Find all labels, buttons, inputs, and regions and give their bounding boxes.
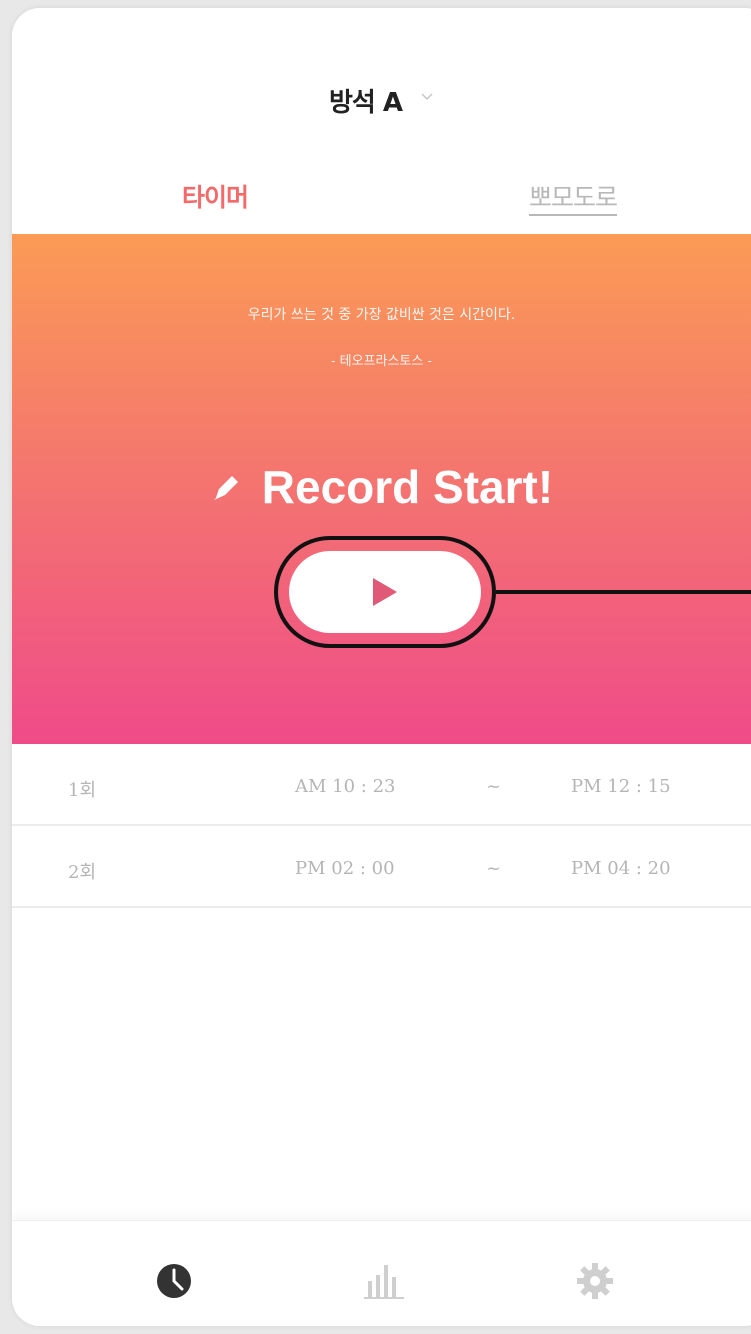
- nav-statistics[interactable]: [362, 1259, 406, 1303]
- quote-text: 우리가 쓰는 것 중 가장 값비싼 것은 시간이다.: [247, 307, 516, 323]
- room-selector[interactable]: 방석 A: [12, 80, 751, 120]
- record-start-time: PM 02 : 00: [295, 858, 395, 879]
- record-separator: ~: [486, 858, 502, 879]
- room-title: 방석 A: [328, 87, 403, 118]
- clock-icon: [157, 1264, 191, 1298]
- bottom-navigation: [12, 1220, 751, 1326]
- record-heading: Record Start!: [12, 460, 751, 514]
- nav-timer[interactable]: [152, 1259, 196, 1303]
- play-icon: [373, 578, 397, 606]
- record-index: 2회: [68, 862, 97, 883]
- list-item: 2회 PM 02 : 00 ~ PM 04 : 20: [12, 826, 751, 908]
- quote-author: - 테오프라스토스 -: [331, 354, 432, 369]
- play-button[interactable]: [289, 551, 481, 633]
- record-end-time: PM 04 : 20: [571, 858, 671, 879]
- tab-bar: 타이머 뽀모도로: [12, 168, 751, 228]
- callout-line: [496, 590, 751, 594]
- chevron-down-icon: [421, 93, 433, 101]
- record-separator: ~: [486, 776, 502, 797]
- header: 방석 A 타이머 뽀모도로: [12, 8, 751, 234]
- record-start-time: AM 10 : 23: [295, 776, 396, 797]
- record-index: 1회: [68, 780, 97, 801]
- list-item: 1회 AM 10 : 23 ~ PM 12 : 15: [12, 744, 751, 826]
- tab-pomodoro[interactable]: 뽀모도로: [529, 178, 618, 214]
- app-screen: 방석 A 타이머 뽀모도로 우리가 쓰는 것 중 가장 값비싼 것은 시간이다.…: [12, 8, 751, 1326]
- tab-timer[interactable]: 타이머: [182, 178, 249, 214]
- nav-settings[interactable]: [573, 1259, 617, 1303]
- record-title: Record Start!: [261, 461, 554, 513]
- record-end-time: PM 12 : 15: [571, 776, 671, 797]
- gear-icon: [577, 1263, 613, 1299]
- pencil-icon: [213, 476, 238, 500]
- record-list: 1회 AM 10 : 23 ~ PM 12 : 15 2회 PM 02 : 00…: [12, 744, 751, 908]
- hero-panel: 우리가 쓰는 것 중 가장 값비싼 것은 시간이다. - 테오프라스토스 - R…: [12, 234, 751, 744]
- bar-chart-icon: [364, 1265, 404, 1299]
